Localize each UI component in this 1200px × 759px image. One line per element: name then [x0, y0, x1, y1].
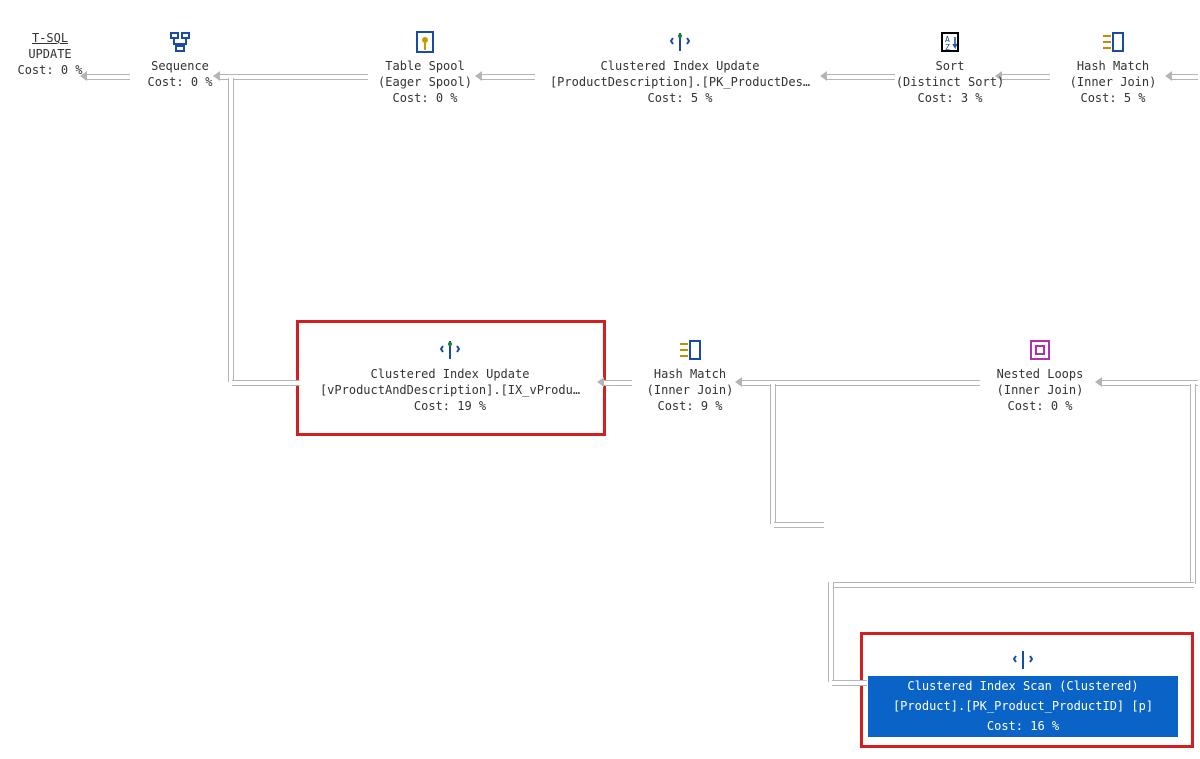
arrow	[828, 582, 834, 682]
table-spool-icon	[413, 30, 437, 54]
node-obj: [ProductDescription].[PK_ProductDes…	[550, 75, 810, 89]
node-label: Hash Match	[654, 367, 726, 381]
node-label: Table Spool	[385, 59, 464, 73]
hash-match-icon	[678, 338, 702, 362]
index-update-icon	[438, 338, 462, 362]
node-cost: Cost: 5 %	[647, 91, 712, 105]
arrow	[228, 78, 234, 382]
arrow	[770, 384, 776, 524]
node-cost: Cost: 0 %	[392, 91, 457, 105]
svg-text:Z: Z	[945, 43, 950, 52]
node-sub: (Inner Join)	[647, 383, 734, 397]
node-sub: (Inner Join)	[1070, 75, 1157, 89]
node-label: Hash Match	[1077, 59, 1149, 73]
node-label: Clustered Index Update	[601, 59, 760, 73]
node-cost: Cost: 0 %	[17, 63, 82, 77]
plan-node-clustered-index-update[interactable]: Clustered Index Update [ProductDescripti…	[535, 30, 825, 107]
node-sub: (Eager Spool)	[378, 75, 472, 89]
index-scan-icon	[1011, 648, 1035, 672]
plan-node-sequence[interactable]: Sequence Cost: 0 %	[130, 30, 230, 90]
arrow	[602, 380, 632, 386]
plan-node-clustered-index-update[interactable]: Clustered Index Update [vProductAndDescr…	[300, 338, 600, 415]
sort-icon: AZ	[938, 30, 962, 54]
arrow	[1190, 384, 1196, 584]
arrow	[740, 380, 980, 386]
arrow	[218, 74, 368, 80]
node-sub: (Distinct Sort)	[896, 75, 1004, 89]
node-sub: (Inner Join)	[997, 383, 1084, 397]
index-update-icon	[668, 30, 692, 54]
plan-node-hash-match[interactable]: Hash Match (Inner Join) Cost: 5 %	[1048, 30, 1178, 107]
node-header: T-SQL	[10, 30, 90, 46]
arrow	[232, 380, 300, 386]
node-label: Sequence	[151, 59, 209, 73]
node-cost: Cost: 16 %	[868, 716, 1178, 736]
arrow	[85, 74, 130, 80]
node-obj: [vProductAndDescription].[IX_vProdu…	[320, 383, 580, 397]
plan-node-tsql[interactable]: T-SQL UPDATE Cost: 0 %	[10, 30, 90, 79]
node-cost: Cost: 9 %	[657, 399, 722, 413]
node-cost: Cost: 5 %	[1080, 91, 1145, 105]
plan-node-clustered-index-scan[interactable]: Clustered Index Scan (Clustered) [Produc…	[868, 648, 1178, 737]
plan-node-nested-loops[interactable]: Nested Loops (Inner Join) Cost: 0 %	[975, 338, 1105, 415]
arrow	[832, 680, 867, 686]
node-obj: [Product].[PK_Product_ProductID] [p]	[868, 696, 1178, 716]
node-label: Sort	[936, 59, 965, 73]
node-cost: Cost: 0 %	[1007, 399, 1072, 413]
arrow	[774, 522, 824, 528]
node-cost: Cost: 0 %	[147, 75, 212, 89]
node-label: Clustered Index Update	[371, 367, 530, 381]
arrow	[1100, 380, 1198, 386]
plan-node-hash-match[interactable]: Hash Match (Inner Join) Cost: 9 %	[630, 338, 750, 415]
arrow	[480, 74, 535, 80]
node-label: Nested Loops	[997, 367, 1084, 381]
plan-node-table-spool[interactable]: Table Spool (Eager Spool) Cost: 0 %	[365, 30, 485, 107]
nested-loops-icon	[1028, 338, 1052, 362]
node-label: Clustered Index Scan (Clustered)	[868, 676, 1178, 696]
node-cost: Cost: 19 %	[414, 399, 486, 413]
arrow	[830, 582, 1194, 588]
plan-node-sort[interactable]: AZ Sort (Distinct Sort) Cost: 3 %	[890, 30, 1010, 107]
arrow	[825, 74, 895, 80]
sequence-icon	[168, 30, 192, 54]
node-op: UPDATE	[28, 47, 71, 61]
hash-match-icon	[1101, 30, 1125, 54]
node-cost: Cost: 3 %	[917, 91, 982, 105]
